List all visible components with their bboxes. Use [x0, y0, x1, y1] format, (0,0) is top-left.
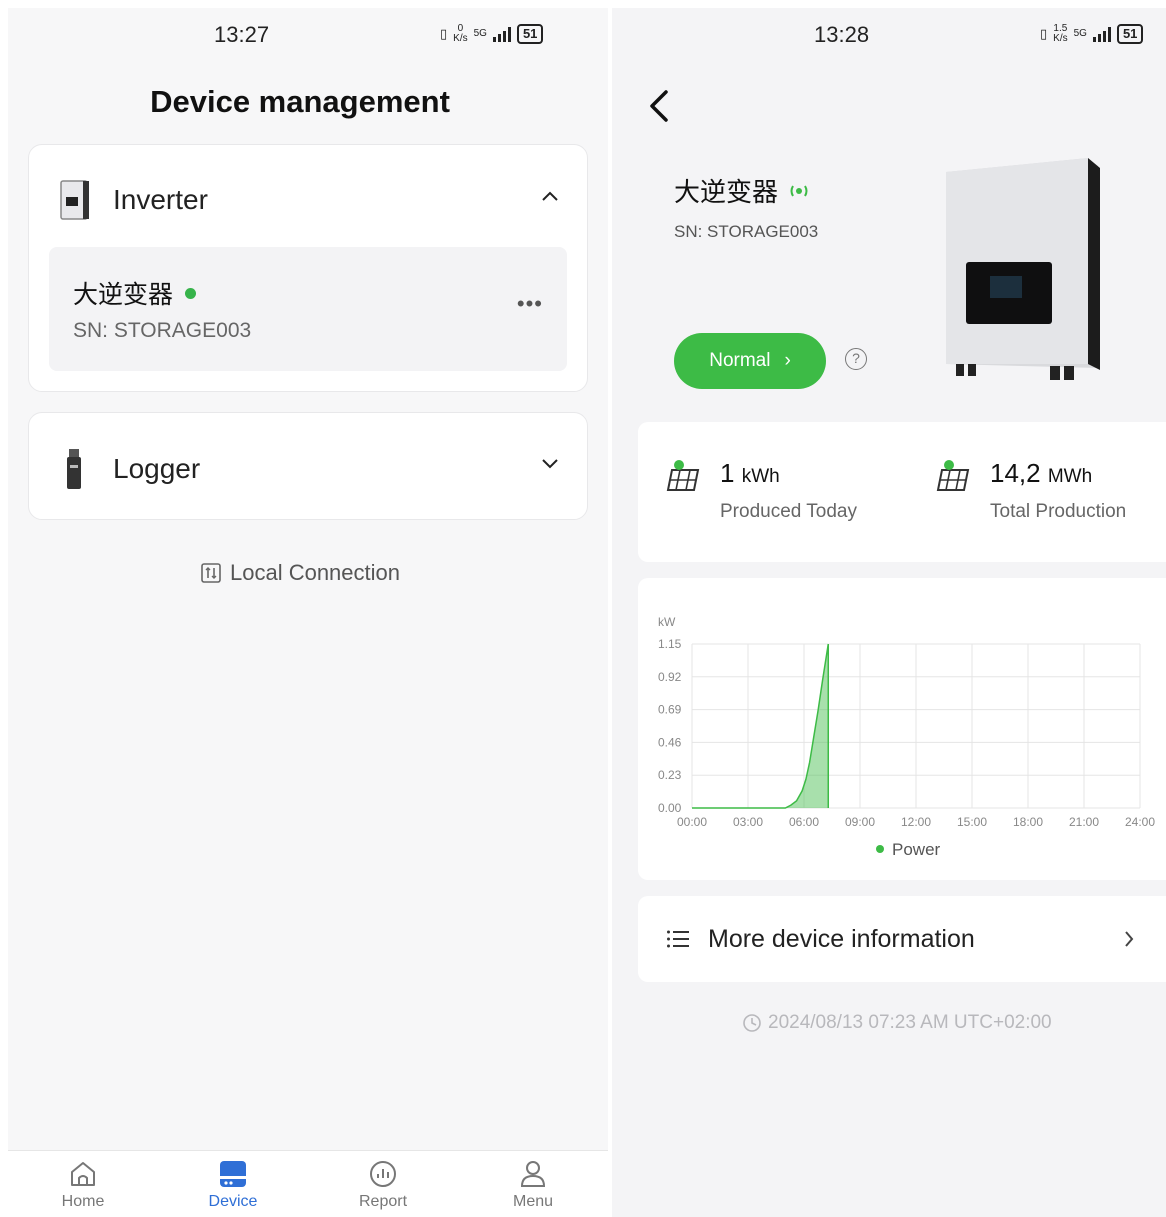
tab-report[interactable]: Report — [308, 1151, 458, 1217]
tab-device-label: Device — [208, 1193, 258, 1210]
list-icon — [667, 930, 689, 948]
total-production-label: Total Production — [990, 501, 1127, 522]
solar-panel-icon — [936, 460, 970, 491]
y-tick-label: 0.23 — [658, 768, 682, 782]
tab-device[interactable]: Device — [158, 1151, 308, 1217]
network-type: 5G — [473, 28, 487, 39]
device-sn: SN: STORAGE003 — [73, 319, 252, 342]
x-tick-label: 00:00 — [677, 815, 707, 829]
vibrate-icon: ▯ — [440, 26, 448, 41]
report-icon — [370, 1161, 396, 1187]
status-label: Normal — [709, 350, 771, 371]
logger-section-label: Logger — [113, 453, 201, 484]
home-icon — [71, 1162, 95, 1186]
chevron-right-icon: › — [784, 350, 791, 371]
inverter-section-label: Inverter — [113, 184, 208, 215]
logger-section-header: Logger — [59, 447, 200, 491]
tab-report-label: Report — [358, 1193, 408, 1210]
tab-menu-label: Menu — [512, 1193, 554, 1210]
x-tick-label: 18:00 — [1013, 815, 1043, 829]
tab-menu[interactable]: Menu — [458, 1151, 608, 1217]
legend-power-label: Power — [892, 840, 941, 859]
inverter-icon — [60, 180, 89, 220]
chevron-down-icon[interactable] — [541, 455, 559, 473]
device-management-screen: 13:27 ▯ 0 K/s 5G 51 Device management Inv… — [8, 8, 608, 1217]
signal-icon — [492, 26, 511, 42]
y-tick-label: 0.92 — [658, 670, 682, 684]
local-connection-label: Local Connection — [229, 560, 400, 585]
x-tick-label: 03:00 — [733, 815, 763, 829]
inverter-section: Inverter 大逆变器 SN: STORAGE003 ••• — [28, 144, 588, 392]
status-icons: ▯ 0 K/s 5G 51 — [440, 23, 544, 44]
x-tick-label: 09:00 — [845, 815, 875, 829]
y-tick-label: 1.15 — [658, 637, 682, 651]
device-icon — [220, 1161, 246, 1187]
inverter-image — [946, 158, 1100, 380]
y-tick-label: 0.00 — [658, 801, 682, 815]
status-normal-button[interactable]: Normal › — [674, 333, 826, 389]
device-detail-screen: 13:28 ▯ 1.5 K/s 5G 51 大逆变器 SN: STORAGE003… — [612, 8, 1166, 1217]
tab-home-label: Home — [61, 1193, 105, 1210]
device-name: 大逆变器 — [73, 275, 197, 311]
produced-today-label: Produced Today — [720, 501, 857, 522]
logger-icon — [67, 449, 81, 489]
production-card: 1 kWh Produced Today 14,2 MWh Total Prod… — [638, 422, 1166, 562]
update-timestamp: 2024/08/13 07:23 AM UTC+02:00 — [742, 1012, 1052, 1034]
page-title: Device management — [150, 84, 450, 119]
status-icons: ▯ 1.5 K/s 5G 51 — [1040, 23, 1144, 44]
produced-today: 1 kWh Produced Today — [666, 458, 857, 523]
total-production-value: 14,2 MWh — [990, 458, 1093, 488]
total-production: 14,2 MWh Total Production — [936, 458, 1126, 523]
chevron-up-icon[interactable] — [541, 187, 559, 205]
vibrate-icon: ▯ — [1040, 26, 1048, 41]
battery-icon: 51 — [1116, 24, 1144, 44]
power-area — [692, 644, 829, 808]
local-connection-link[interactable]: Local Connection — [8, 560, 592, 586]
power-chart: kW 0.00 0.23 0.46 0.69 0.92 1.15 00:00 03:00 06:0… — [658, 615, 1155, 859]
x-tick-label: 21:00 — [1069, 815, 1099, 829]
solar-panel-icon — [666, 460, 700, 491]
y-tick-label: 0.69 — [658, 703, 682, 717]
tab-home[interactable]: Home — [8, 1151, 158, 1217]
user-icon — [520, 1161, 546, 1187]
inverter-section-header[interactable]: Inverter — [59, 179, 208, 221]
clock-icon — [743, 1014, 761, 1032]
chevron-right-icon — [1125, 931, 1134, 947]
data-rate: 1.5 K/s — [1053, 23, 1068, 44]
more-options-button[interactable]: ••• — [517, 291, 543, 317]
more-device-information-row[interactable]: More device information — [638, 896, 1166, 982]
network-type: 5G — [1073, 28, 1087, 39]
wifi-connected-icon — [790, 184, 808, 197]
x-tick-label: 06:00 — [789, 815, 819, 829]
online-status-dot — [185, 287, 197, 299]
logger-section[interactable]: Logger — [28, 412, 588, 520]
produced-today-value: 1 kWh — [720, 458, 780, 488]
legend-power-marker — [876, 845, 884, 853]
y-tick-label: 0.46 — [658, 735, 682, 749]
x-tick-label: 15:00 — [957, 815, 987, 829]
x-tick-label: 24:00 — [1125, 815, 1155, 829]
signal-icon — [1092, 26, 1111, 42]
back-arrow-icon[interactable] — [646, 88, 674, 124]
y-axis-unit-label: kW — [658, 615, 676, 629]
device-list-item[interactable]: 大逆变器 SN: STORAGE003 ••• — [49, 247, 567, 371]
battery-icon: 51 — [516, 24, 544, 44]
x-tick-label: 12:00 — [901, 815, 931, 829]
power-chart-card: kW 0.00 0.23 0.46 0.69 0.92 1.15 00:00 03:00 06:0… — [638, 578, 1166, 880]
status-time: 13:27 — [214, 22, 270, 47]
device-title: 大逆变器 — [674, 172, 810, 209]
status-time: 13:28 — [814, 22, 870, 47]
data-rate: 0 K/s — [453, 23, 468, 44]
bottom-tab-bar: Home Device Report Menu — [8, 1150, 608, 1217]
more-device-information-label: More device information — [708, 924, 975, 953]
device-sn: SN: STORAGE003 — [674, 222, 819, 241]
local-connection-icon — [201, 563, 221, 583]
help-icon[interactable]: ? — [845, 348, 867, 370]
